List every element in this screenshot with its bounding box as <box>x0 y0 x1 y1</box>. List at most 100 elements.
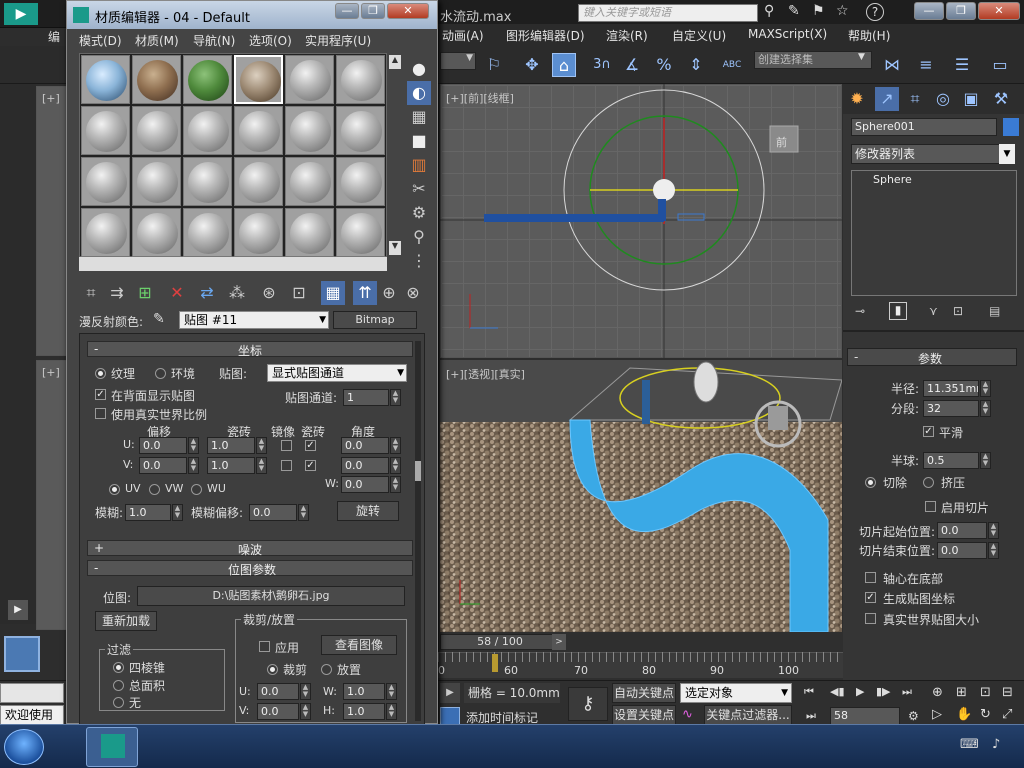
enable-slice-checkbox[interactable] <box>925 501 936 512</box>
material-slot[interactable] <box>336 157 385 206</box>
material-slot[interactable] <box>234 157 283 206</box>
crop-v-input[interactable]: 0.0 <box>257 703 299 720</box>
next-frame-icon[interactable]: ▮▶ <box>876 685 891 698</box>
chop-radio[interactable] <box>865 477 876 488</box>
viewport-perspective-label[interactable]: [+][透视][真实] <box>446 366 525 382</box>
volume-tray-icon[interactable]: ♪ <box>992 737 1000 752</box>
put-to-scene-icon[interactable]: ⇉ <box>105 281 129 305</box>
menu-help[interactable]: 帮助(H) <box>848 27 890 44</box>
real-world-map-checkbox[interactable] <box>865 613 876 624</box>
material-slot[interactable] <box>234 106 283 155</box>
gen-mapping-checkbox[interactable]: ✓ <box>865 592 876 603</box>
channel-input[interactable]: 1 <box>343 389 389 406</box>
material-id-icon[interactable]: ⊛ <box>257 281 281 305</box>
current-frame-marker[interactable] <box>492 654 498 672</box>
med-menu-navigation[interactable]: 导航(N) <box>193 32 235 49</box>
timeline[interactable]: 58 / 100 > 0 60 70 80 90 100 <box>438 632 843 680</box>
radius-spinner[interactable]: ▲ ▼ <box>980 380 991 397</box>
key-icon[interactable]: ⚷ <box>568 687 608 721</box>
material-editor-titlebar[interactable]: 材质编辑器 - 04 - Default — ❐ ✕ <box>67 1 437 29</box>
place-radio[interactable] <box>321 664 332 675</box>
play-arrow-icon[interactable]: ▶ <box>8 600 28 620</box>
pan-icon[interactable]: ✋ <box>956 707 972 722</box>
material-slot[interactable] <box>285 106 334 155</box>
make-preview-icon[interactable]: ✂ <box>407 177 431 201</box>
u-tile-checkbox[interactable]: ✓ <box>305 440 316 451</box>
viewport-top-left[interactable] <box>36 86 68 356</box>
edit-named-selection-icon[interactable]: ABC <box>720 53 744 77</box>
keyboard-tray-icon[interactable]: ⌨ <box>960 737 979 752</box>
material-slot[interactable] <box>285 55 334 104</box>
prev-frame-icon[interactable]: ◀▮ <box>830 685 845 698</box>
material-slot[interactable] <box>336 106 385 155</box>
restore-button[interactable]: ❐ <box>946 2 976 20</box>
object-color-swatch[interactable] <box>1003 118 1019 136</box>
help-icon[interactable]: ? <box>866 3 884 21</box>
v-mirror-checkbox[interactable] <box>281 460 292 471</box>
material-slot[interactable] <box>132 106 181 155</box>
menu-rendering[interactable]: 渲染(R) <box>606 27 648 44</box>
texture-radio[interactable] <box>95 368 106 379</box>
key-filters-button[interactable]: 关键点过滤器... <box>704 705 792 725</box>
favorites-icon[interactable]: ⚑ <box>812 3 825 19</box>
motion-tab-icon[interactable]: ◎ <box>931 87 955 111</box>
med-close-button[interactable]: ✕ <box>387 3 429 19</box>
material-slot[interactable] <box>336 55 385 104</box>
slice-to-spinner[interactable]: ▲ ▼ <box>988 542 999 559</box>
percent-snap-icon[interactable]: % <box>652 53 676 77</box>
material-slot[interactable] <box>285 157 334 206</box>
segments-input[interactable]: 32 <box>923 400 979 417</box>
wu-radio[interactable] <box>191 484 202 495</box>
smooth-checkbox[interactable]: ✓ <box>923 426 934 437</box>
rollout-scroll-thumb[interactable] <box>415 461 421 481</box>
material-slot[interactable] <box>183 208 232 257</box>
taskbar-3dsmax-icon[interactable] <box>86 727 138 767</box>
radius-input[interactable]: 11.351mm <box>923 380 979 397</box>
material-slot[interactable] <box>234 208 283 257</box>
current-frame-input[interactable]: 58 <box>830 707 900 725</box>
named-selection-dropdown-icon[interactable]: ▼ <box>858 52 865 62</box>
layer-manager-icon[interactable]: ☰ <box>950 53 974 77</box>
show-end-result-icon[interactable]: ▮ <box>889 302 907 320</box>
crop-v-spinner[interactable]: ▲ ▼ <box>300 703 311 720</box>
material-slot[interactable] <box>183 106 232 155</box>
material-editor-window[interactable]: 材质编辑器 - 04 - Default — ❐ ✕ 模式(D) 材质(M) 导… <box>66 0 438 725</box>
modifier-list-dropdown[interactable]: 修改器列表 <box>851 144 1011 164</box>
auto-key-button[interactable]: 自动关键点 <box>612 683 676 703</box>
crop-w-spinner[interactable]: ▲ ▼ <box>386 683 397 700</box>
object-name-field[interactable]: Sphere001 <box>851 118 997 136</box>
zoom-all-icon[interactable]: ⊞ <box>956 685 967 700</box>
reload-button[interactable]: 重新加载 <box>95 611 157 631</box>
vw-radio[interactable] <box>149 484 160 495</box>
play-icon[interactable]: ▶ <box>856 685 864 698</box>
maximize-viewport-icon[interactable]: ⤢ <box>1002 707 1012 722</box>
material-slot[interactable] <box>234 55 283 104</box>
u-angle-input[interactable]: 0.0 <box>341 437 389 454</box>
modify-tab-icon[interactable]: ↗ <box>875 87 899 111</box>
blur-input[interactable]: 1.0 <box>125 504 171 521</box>
snaps-toggle-icon[interactable]: 3∩ <box>590 53 614 77</box>
slice-to-input[interactable]: 0.0 <box>937 542 987 559</box>
zoom-icon[interactable]: ⊕ <box>932 685 943 700</box>
rollout-scrollbar[interactable] <box>415 341 421 721</box>
med-menu-options[interactable]: 选项(O) <box>249 32 292 49</box>
maxscript-listener-field[interactable] <box>0 683 64 703</box>
med-minimize-button[interactable]: — <box>335 3 359 19</box>
bitmap-path-button[interactable]: D:\贴图素材\鹅卵石.jpg <box>137 586 405 606</box>
zoom-extents-all-icon[interactable]: ⊟ <box>1002 685 1013 700</box>
app-logo-icon[interactable]: ▶ <box>4 3 38 25</box>
keyboard-shortcut-icon[interactable]: ⌂ <box>552 53 576 77</box>
u-angle-spinner[interactable]: ▲ ▼ <box>390 437 401 454</box>
crop-u-spinner[interactable]: ▲ ▼ <box>300 683 311 700</box>
uv-tiling-icon[interactable]: ■ <box>407 129 431 153</box>
material-slot[interactable] <box>81 157 130 206</box>
uv-radio[interactable] <box>109 484 120 495</box>
goto-start-icon[interactable]: ⏮ <box>804 685 814 699</box>
med-menu-modes[interactable]: 模式(D) <box>79 32 122 49</box>
filter-summed-radio[interactable] <box>113 680 124 691</box>
channel-spinner[interactable]: ▲ ▼ <box>390 389 401 406</box>
noise-rollout-header[interactable]: + 噪波 <box>87 540 413 557</box>
reset-map-icon[interactable]: ✕ <box>165 281 189 305</box>
real-world-checkbox[interactable] <box>95 408 106 419</box>
slots-scroll-up-icon[interactable]: ▲ <box>389 55 401 69</box>
